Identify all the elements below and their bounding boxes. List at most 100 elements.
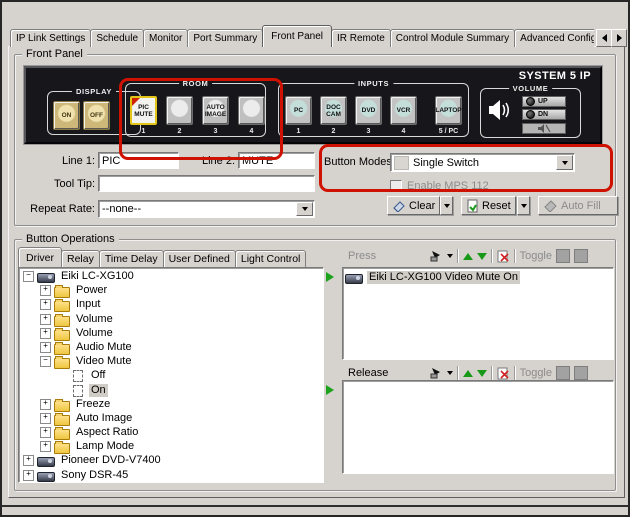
line2-input[interactable]	[238, 152, 315, 169]
tree-item-volume[interactable]: +Volume	[21, 327, 323, 341]
insert-dropdown-icon[interactable]	[447, 254, 453, 261]
press-operation-item[interactable]: Eiki LC-XG100 Video Mute On	[345, 270, 613, 284]
tree-item-eiki-lc-xg100[interactable]: −Eiki LC-XG100	[21, 270, 323, 284]
reset-dropdown-button[interactable]	[517, 196, 530, 215]
volume-down-button[interactable]: DN	[522, 109, 566, 120]
toggle-square-1[interactable]	[556, 249, 570, 263]
dropdown-button[interactable]	[296, 202, 313, 216]
tree-item-volume[interactable]: +Volume	[21, 313, 323, 327]
expand-icon[interactable]: +	[40, 314, 51, 325]
button-number: 2	[178, 128, 182, 135]
reset-button[interactable]: Reset	[461, 196, 516, 215]
tree-item-auto-image[interactable]: +Auto Image	[21, 412, 323, 426]
move-up-icon[interactable]	[463, 370, 473, 377]
tab-front-panel[interactable]: Front Panel	[262, 25, 332, 47]
panel-button-blank-2[interactable]	[166, 96, 193, 125]
device-front-panel: SYSTEM 5 IP DISPLAY ONOFF ROOM PICMUTE12…	[24, 66, 602, 144]
expand-icon[interactable]: +	[40, 299, 51, 310]
press-label: Press	[348, 250, 400, 262]
move-down-icon[interactable]	[477, 370, 487, 377]
tree-item-off[interactable]: Off	[21, 369, 323, 383]
delete-operation-icon[interactable]	[497, 250, 510, 263]
mode-icon	[394, 156, 409, 170]
tab-advanced-configuration[interactable]: Advanced Configuration	[514, 29, 594, 47]
operations-tab-user-defined[interactable]: User Defined	[163, 250, 236, 267]
tree-item-video-mute[interactable]: −Video Mute	[21, 355, 323, 369]
toggle-square-2[interactable]	[574, 366, 588, 380]
insert-dropdown-icon[interactable]	[447, 371, 453, 378]
button-number: 2	[332, 128, 336, 135]
volume-up-button[interactable]: UP	[522, 96, 566, 107]
collapse-icon[interactable]: −	[40, 356, 51, 367]
tree-item-audio-mute[interactable]: +Audio Mute	[21, 341, 323, 355]
expand-icon[interactable]: +	[40, 285, 51, 296]
tree-item-freeze[interactable]: +Freeze	[21, 398, 323, 412]
inputs-section-label: INPUTS	[354, 79, 393, 88]
tree-item-pioneer-dvd-v7400[interactable]: +Pioneer DVD-V7400	[21, 454, 323, 468]
move-up-icon[interactable]	[463, 253, 473, 260]
expand-icon[interactable]: +	[23, 455, 34, 466]
panel-button-auto-image[interactable]: AUTOIMAGE	[202, 96, 229, 125]
panel-button-vcr[interactable]: VCR	[390, 96, 417, 125]
expand-icon[interactable]: +	[40, 441, 51, 452]
tab-monitor[interactable]: Monitor	[143, 29, 188, 47]
operations-tab-time-delay[interactable]: Time Delay	[99, 250, 164, 267]
tab-ip-link-settings[interactable]: IP Link Settings	[10, 29, 91, 47]
repeat-rate-label: Repeat Rate:	[25, 203, 95, 215]
enable-mps-checkbox[interactable]	[390, 180, 402, 192]
clear-dropdown-button[interactable]	[440, 196, 453, 215]
panel-button-dvd[interactable]: DVD	[355, 96, 382, 125]
toggle-square-2[interactable]	[574, 249, 588, 263]
tree-item-input[interactable]: +Input	[21, 298, 323, 312]
separator	[491, 249, 493, 263]
toggle-square-1[interactable]	[556, 366, 570, 380]
expand-icon[interactable]: +	[40, 413, 51, 424]
device-model-label: SYSTEM 5 IP	[519, 70, 591, 82]
release-operations-list[interactable]	[342, 380, 614, 474]
folder-icon	[54, 358, 70, 369]
expand-icon[interactable]: +	[40, 328, 51, 339]
tab-scroll-left-button[interactable]	[596, 29, 612, 47]
expand-icon[interactable]: +	[40, 342, 51, 353]
panel-button-pic-mute[interactable]: PICMUTE	[130, 96, 157, 125]
repeat-rate-select[interactable]: --none--	[98, 200, 315, 218]
operations-tab-driver[interactable]: Driver	[18, 247, 62, 267]
tab-ir-remote[interactable]: IR Remote	[331, 29, 391, 47]
insert-operation-icon[interactable]	[429, 250, 443, 262]
tab-scroll-right-icon	[617, 34, 622, 42]
panel-button-doc-cam[interactable]: DOCCAM	[320, 96, 347, 125]
tree-item-aspect-ratio[interactable]: +Aspect Ratio	[21, 426, 323, 440]
operations-tab-light-control[interactable]: Light Control	[235, 250, 307, 267]
tree-item-sony-dsr-45[interactable]: +Sony DSR-45	[21, 469, 323, 483]
tree-item-on[interactable]: On	[21, 384, 323, 398]
dropdown-button[interactable]	[556, 155, 573, 170]
tab-port-summary[interactable]: Port Summary	[187, 29, 263, 47]
move-down-icon[interactable]	[477, 253, 487, 260]
tab-schedule[interactable]: Schedule	[90, 29, 144, 47]
panel-button-pc[interactable]: PC	[285, 96, 312, 125]
panel-button-on[interactable]: ON	[53, 101, 80, 130]
tree-item-power[interactable]: +Power	[21, 284, 323, 298]
delete-operation-icon[interactable]	[497, 367, 510, 380]
tab-scroll-right-button[interactable]	[611, 29, 627, 47]
insert-operation-icon[interactable]	[429, 367, 443, 379]
auto-fill-button[interactable]: Auto Fill	[538, 196, 618, 215]
tab-control-module-summary[interactable]: Control Module Summary	[390, 29, 515, 47]
operations-tab-relay[interactable]: Relay	[61, 250, 100, 267]
tooltip-input[interactable]	[98, 175, 315, 192]
button-modes-select[interactable]: Single Switch	[390, 153, 575, 172]
clear-button[interactable]: Clear	[387, 196, 440, 215]
volume-mute-button[interactable]	[522, 123, 566, 134]
collapse-icon[interactable]: −	[23, 271, 34, 282]
clear-icon	[392, 199, 406, 212]
expand-icon[interactable]: +	[40, 399, 51, 410]
display-section-label: DISPLAY	[72, 87, 116, 96]
expand-icon[interactable]: +	[23, 470, 34, 481]
panel-button-blank-4[interactable]	[238, 96, 265, 125]
page-icon	[73, 370, 83, 382]
tree-item-lamp-mode[interactable]: +Lamp Mode	[21, 440, 323, 454]
press-operations-list[interactable]: Eiki LC-XG100 Video Mute On	[342, 267, 614, 360]
panel-button-laptop[interactable]: LAPTOP	[435, 96, 462, 125]
expand-icon[interactable]: +	[40, 427, 51, 438]
panel-button-off[interactable]: OFF	[83, 101, 110, 130]
